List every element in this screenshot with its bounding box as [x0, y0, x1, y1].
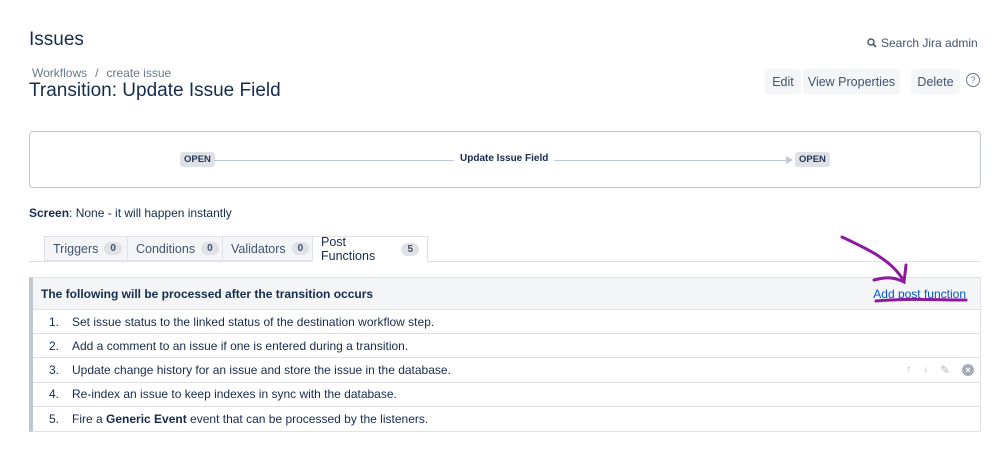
tab-triggers[interactable]: Triggers 0: [44, 236, 127, 261]
transition-line: [214, 160, 454, 161]
count-badge: 0: [201, 242, 219, 255]
delete-button[interactable]: Delete: [911, 69, 960, 94]
table-row: 3. Update change history for an issue and…: [33, 358, 980, 383]
breadcrumb: Workflows / create issue: [32, 66, 171, 80]
transition-name: Update Issue Field: [460, 153, 549, 164]
from-status-lozenge: OPEN: [180, 152, 215, 167]
view-properties-button[interactable]: View Properties: [803, 69, 900, 94]
row-text: Set issue status to the linked status of…: [72, 314, 435, 329]
row-text: Fire a: [72, 411, 107, 426]
row-number: 2.: [49, 338, 60, 353]
screen-info: Screen: None - it will happen instantly: [29, 206, 232, 220]
annotation-arrow-icon: [840, 235, 968, 303]
move-down-icon[interactable]: ↓: [923, 364, 928, 375]
row-number: 3.: [49, 362, 60, 377]
event-name: Generic Event: [106, 411, 187, 426]
row-number: 5.: [49, 411, 60, 426]
breadcrumb-create-issue[interactable]: create issue: [106, 66, 171, 80]
delete-icon[interactable]: ×: [962, 363, 974, 376]
search-label: Search Jira admin: [881, 36, 978, 50]
breadcrumb-separator: /: [95, 66, 99, 80]
search-jira-admin-link[interactable]: Search Jira admin: [867, 36, 978, 50]
row-number: 4.: [49, 387, 60, 402]
table-header-text: The following will be processed after th…: [41, 286, 374, 301]
tab-label: Triggers: [53, 241, 99, 256]
screen-label: Screen: [29, 206, 70, 220]
count-badge: 0: [291, 242, 310, 255]
table-row: 4. Re-index an issue to keep indexes in s…: [33, 383, 980, 407]
row-actions: ↑ ↓ ✎ ×: [906, 363, 974, 377]
tab-label: Validators: [231, 241, 286, 256]
row-number: 1.: [49, 314, 60, 329]
screen-value: : None - it will happen instantly: [69, 206, 232, 220]
transition-diagram: OPEN Update Issue Field OPEN: [29, 131, 981, 188]
tab-label: Post Functions: [321, 235, 376, 263]
table-row: 5. Fire a Generic Event event that can be…: [33, 407, 980, 431]
count-badge: 0: [104, 242, 122, 255]
row-text: event that can be processed by the liste…: [186, 411, 429, 426]
tab-validators[interactable]: Validators 0: [222, 236, 312, 261]
page-title: Transition: Update Issue Field: [29, 80, 281, 101]
breadcrumb-workflows[interactable]: Workflows: [32, 66, 87, 80]
search-icon: [867, 38, 877, 48]
arrow-head-icon: [786, 156, 793, 164]
row-text: Re-index an issue to keep indexes in syn…: [72, 387, 397, 402]
section-title: Issues: [29, 29, 84, 50]
tab-label: Conditions: [136, 241, 196, 256]
tab-post-functions[interactable]: Post Functions 5: [312, 235, 428, 263]
row-text: Update change history for an issue and s…: [72, 362, 451, 377]
edit-button[interactable]: Edit: [765, 69, 801, 94]
to-status-lozenge: OPEN: [795, 152, 830, 167]
table-row: 2. Add a comment to an issue if one is en…: [33, 334, 980, 359]
move-up-icon[interactable]: ↑: [906, 364, 911, 375]
tab-conditions[interactable]: Conditions 0: [127, 236, 222, 261]
count-badge: 5: [401, 242, 419, 256]
tabs: Triggers 0 Conditions 0 Validators 0 Post F…: [44, 235, 428, 263]
transition-line: [554, 160, 787, 161]
edit-pencil-icon[interactable]: ✎: [940, 363, 950, 377]
row-text: Add a comment to an issue if one is ente…: [72, 338, 409, 353]
help-icon[interactable]: ?: [966, 73, 980, 87]
table-row: 1. Set issue status to the linked status …: [33, 310, 980, 335]
